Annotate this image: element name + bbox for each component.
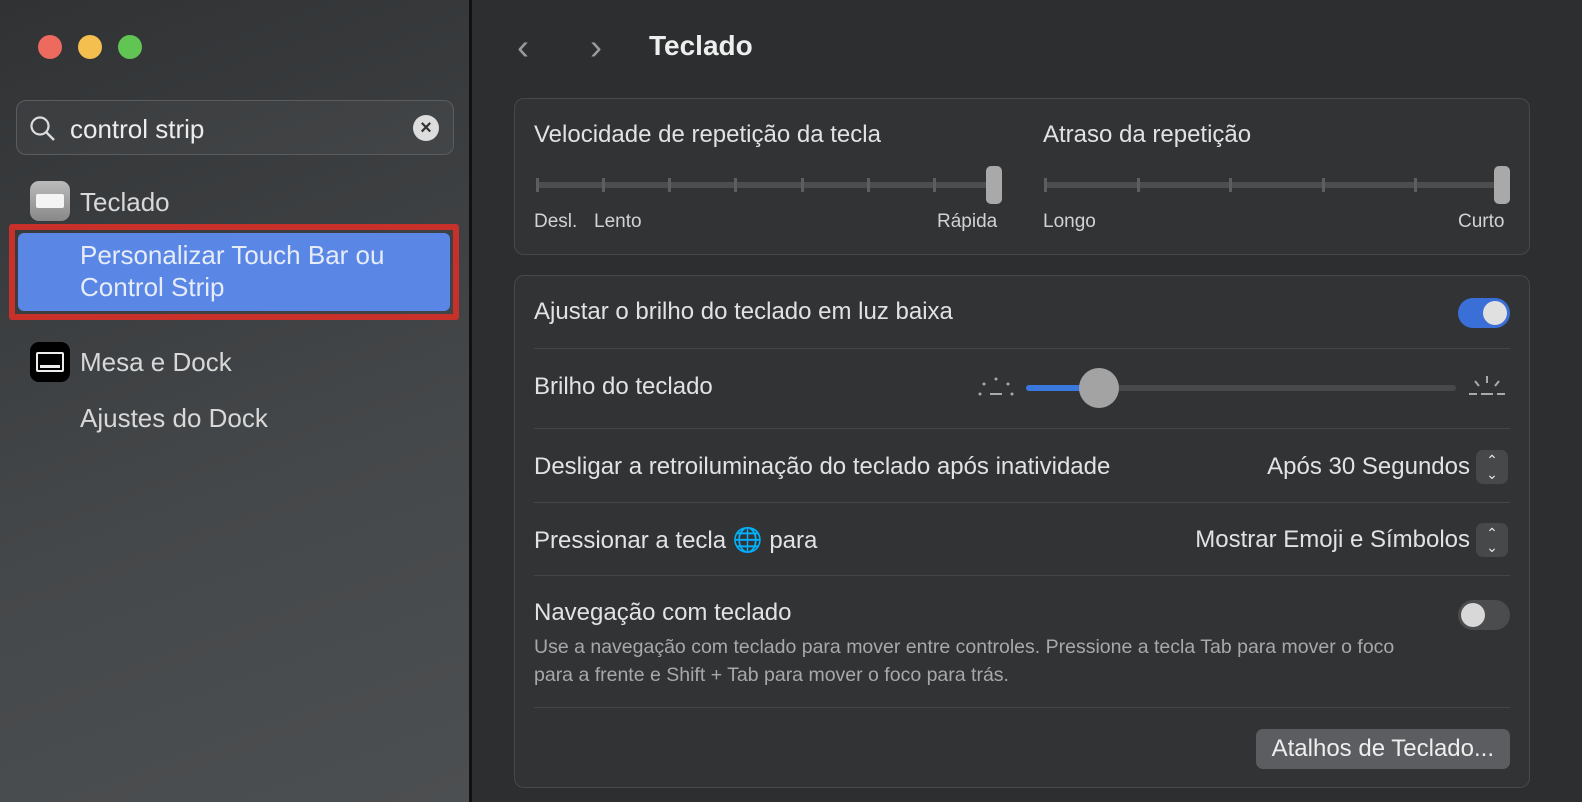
- sidebar-item-teclado[interactable]: Teclado: [80, 187, 170, 218]
- repeat-speed-slider[interactable]: [536, 166, 1002, 204]
- zoom-window-button[interactable]: [118, 35, 142, 59]
- brightness-slider-thumb[interactable]: [1079, 368, 1120, 408]
- slider-tick: [866, 178, 870, 192]
- keyboard-settings-card: Ajustar o brilho do teclado em luz baixa…: [514, 275, 1530, 788]
- keyboard-nav-description: Use a navegação com teclado para mover e…: [534, 636, 1395, 686]
- slider-tick: [1044, 178, 1047, 192]
- back-chevron-icon[interactable]: ‹: [517, 26, 529, 68]
- updown-chevron-icon[interactable]: ⌃ ⌄: [1476, 450, 1508, 484]
- sidebar-item-ajustes-do-dock[interactable]: Ajustes do Dock: [80, 403, 268, 434]
- search-field[interactable]: control strip ×: [16, 100, 454, 155]
- sidebar: control strip × Teclado Personalizar Tou…: [0, 0, 472, 802]
- close-window-button[interactable]: [38, 35, 62, 59]
- repeat-delay-label: Atraso da repetição: [1043, 121, 1252, 148]
- globe-key-popup[interactable]: Mostrar Emoji e Símbolos: [1195, 526, 1470, 554]
- brightness-low-icon: [978, 377, 1014, 396]
- brightness-high-icon: [1469, 376, 1505, 395]
- main-pane: ‹ › Teclado Velocidade de repetição da t…: [475, 0, 1582, 802]
- delay-min-label: Longo: [1043, 211, 1096, 232]
- globe-icon: 🌐: [732, 527, 763, 554]
- slider-tick: [668, 178, 672, 192]
- low-light-toggle[interactable]: [1458, 298, 1510, 328]
- low-light-label: Ajustar o brilho do teclado em luz baixa: [534, 298, 953, 325]
- search-input[interactable]: control strip: [70, 114, 204, 145]
- speed-min-label: Desl.: [534, 211, 578, 232]
- globe-key-label-before: Pressionar a tecla: [534, 527, 727, 554]
- slider-tick: [1321, 178, 1325, 192]
- slider-tick: [932, 178, 936, 192]
- sidebar-item-personalizar-touch-bar[interactable]: Personalizar Touch Bar ou Control Strip: [9, 224, 459, 320]
- slider-tick: [734, 178, 738, 192]
- delay-max-label: Curto: [1458, 211, 1505, 232]
- slider-tick: [536, 178, 539, 192]
- item-label-line2: Control Strip: [80, 272, 225, 302]
- item-label-line1: Personalizar Touch Bar ou: [80, 240, 385, 270]
- updown-chevron-icon[interactable]: ⌃ ⌄: [1476, 523, 1508, 557]
- keyboard-nav-toggle[interactable]: [1458, 600, 1510, 630]
- keyboard-nav-label: Navegação com teclado: [534, 599, 792, 626]
- slider-thumb[interactable]: [986, 166, 1002, 204]
- slider-tick: [602, 178, 606, 192]
- slider-tick: [800, 178, 804, 192]
- page-title: Teclado: [649, 30, 753, 61]
- brightness-label: Brilho do teclado: [534, 373, 713, 400]
- slider-thumb[interactable]: [1494, 166, 1510, 204]
- globe-key-label: Pressionar a tecla 🌐 para: [534, 526, 817, 555]
- key-repeat-card: Velocidade de repetição da tecla Desl. L…: [514, 98, 1530, 255]
- forward-chevron-icon[interactable]: ›: [590, 26, 602, 68]
- globe-key-label-after: para: [769, 527, 818, 554]
- repeat-speed-label: Velocidade de repetição da tecla: [534, 121, 881, 148]
- repeat-delay-slider[interactable]: [1044, 166, 1510, 204]
- xmark-circle-icon[interactable]: ×: [413, 115, 439, 141]
- brightness-slider[interactable]: [1026, 368, 1456, 408]
- desktop-dock-icon: [30, 342, 70, 382]
- slider-tick: [1229, 178, 1233, 192]
- slider-tick: [1414, 178, 1418, 192]
- keyboard-shortcuts-button[interactable]: Atalhos de Teclado...: [1255, 729, 1510, 769]
- speed-slow-label: Lento: [594, 211, 642, 232]
- backlight-off-label: Desligar a retroiluminação do teclado ap…: [534, 453, 1111, 480]
- speed-max-label: Rápida: [937, 211, 998, 232]
- keyboard-icon: [30, 181, 70, 221]
- slider-tick: [1136, 178, 1140, 192]
- sidebar-item-mesa-e-dock[interactable]: Mesa e Dock: [80, 347, 232, 378]
- search-icon: [30, 116, 55, 141]
- backlight-off-popup[interactable]: Após 30 Segundos: [1267, 453, 1470, 481]
- minimize-window-button[interactable]: [78, 35, 102, 59]
